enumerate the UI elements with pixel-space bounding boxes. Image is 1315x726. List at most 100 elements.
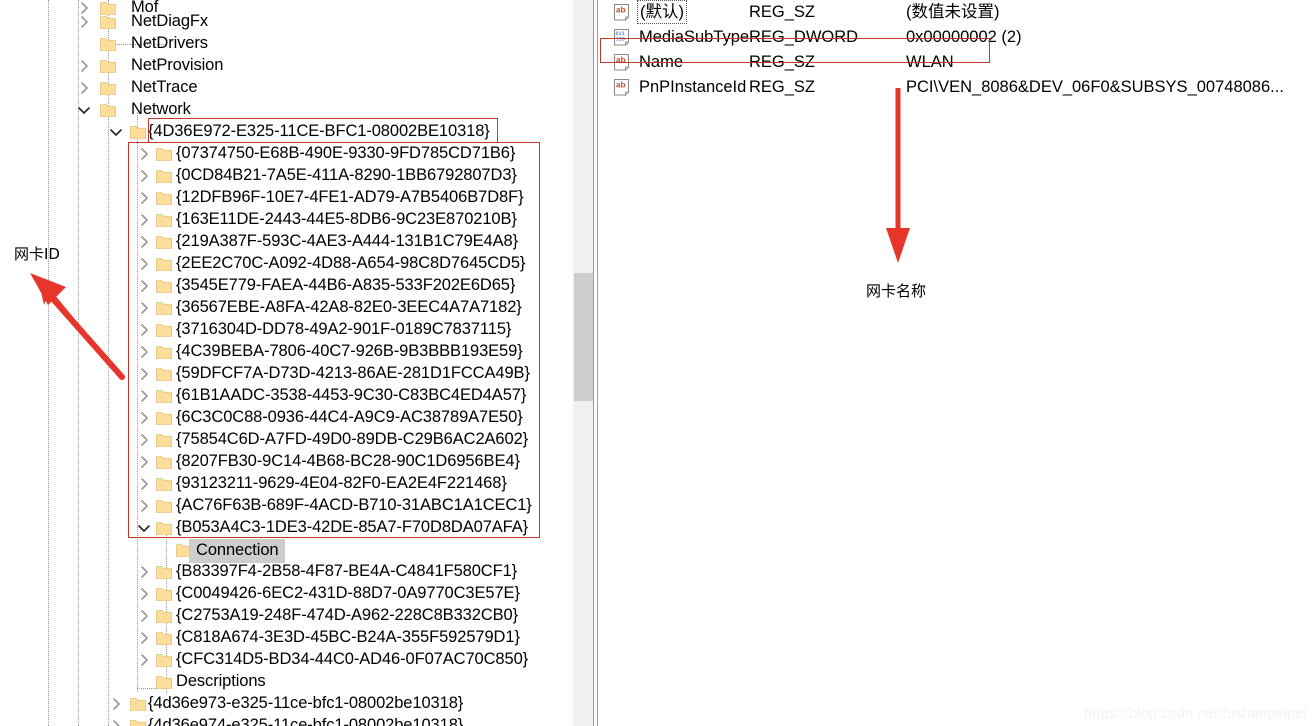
- chevron-right-icon[interactable]: [136, 146, 152, 162]
- tree-scrollbar-thumb[interactable]: [574, 273, 593, 401]
- folder-icon: [156, 147, 173, 162]
- chevron-right-icon[interactable]: [136, 454, 152, 470]
- chevron-right-icon[interactable]: [136, 322, 152, 338]
- tree-node-label: {B053A4C3-1DE3-42DE-85A7-F70D8DA07AFA}: [176, 517, 528, 538]
- value-row[interactable]: abNameREG_SZWLAN: [599, 50, 1315, 75]
- tree-node-label: {4d36e973-e325-11ce-bfc1-08002be10318}: [148, 693, 463, 714]
- tree-row[interactable]: {93123211-9629-4E04-82F0-EA2E4F221468}: [0, 473, 572, 495]
- tree-row[interactable]: {4d36e973-e325-11ce-bfc1-08002be10318}: [0, 693, 572, 715]
- chevron-right-icon[interactable]: [76, 14, 92, 30]
- string-value-icon: ab: [613, 78, 633, 97]
- tree-row[interactable]: {2EE2C70C-A092-4D88-A654-98C8D7645CD5}: [0, 253, 572, 275]
- folder-icon: [156, 521, 173, 536]
- tree-row[interactable]: {B053A4C3-1DE3-42DE-85A7-F70D8DA07AFA}: [0, 517, 572, 539]
- tree-node-label: {C818A674-3E3D-45BC-B24A-355F592579D1}: [176, 627, 520, 648]
- tree-row[interactable]: {C2753A19-248F-474D-A962-228C8B332CB0}: [0, 605, 572, 627]
- folder-icon: [100, 37, 117, 52]
- tree-node-label: {AC76F63B-689F-4ACD-B710-31ABC1A1CEC1}: [176, 495, 532, 516]
- chevron-right-icon[interactable]: [136, 652, 152, 668]
- tree-row[interactable]: {3716304D-DD78-49A2-901F-0189C7837115}: [0, 319, 572, 341]
- value-data: PCI\VEN_8086&DEV_06F0&SUBSYS_00748086...: [906, 76, 1284, 98]
- pane-splitter[interactable]: [593, 0, 598, 726]
- chevron-right-icon[interactable]: [136, 234, 152, 250]
- chevron-down-icon[interactable]: [136, 520, 152, 536]
- chevron-right-icon[interactable]: [108, 718, 124, 726]
- folder-icon: [130, 697, 147, 712]
- tree-row[interactable]: Connection: [0, 539, 572, 561]
- folder-icon: [156, 213, 173, 228]
- chevron-right-icon[interactable]: [136, 630, 152, 646]
- tree-row[interactable]: {B83397F4-2B58-4F87-BE4A-C4841F580CF1}: [0, 561, 572, 583]
- tree-row[interactable]: NetDrivers: [0, 33, 572, 55]
- tree-row[interactable]: NetProvision: [0, 55, 572, 77]
- site-watermark: https://blog.csdn.net/tushanpeipei: [1084, 706, 1307, 722]
- tree-row[interactable]: Network: [0, 99, 572, 121]
- chevron-right-icon[interactable]: [136, 168, 152, 184]
- chevron-right-icon[interactable]: [136, 278, 152, 294]
- tree-node-label: {219A387F-593C-4AE3-A444-131B1C79E4A8}: [176, 231, 518, 252]
- folder-icon: [156, 257, 173, 272]
- value-row[interactable]: ab(默认)REG_SZ(数值未设置): [599, 0, 1315, 25]
- chevron-right-icon[interactable]: [76, 80, 92, 96]
- tree-row[interactable]: {6C3C0C88-0936-44C4-A9C9-AC38789A7E50}: [0, 407, 572, 429]
- tree-row[interactable]: Descriptions: [0, 671, 572, 693]
- tree-row[interactable]: {0CD84B21-7A5E-411A-8290-1BB6792807D3}: [0, 165, 572, 187]
- registry-key-tree[interactable]: MofNetDiagFxNetDriversNetProvisionNetTra…: [0, 0, 572, 726]
- value-row[interactable]: 011110MediaSubTypeREG_DWORD0x00000002 (2…: [599, 25, 1315, 50]
- chevron-right-icon[interactable]: [136, 344, 152, 360]
- folder-icon: [156, 587, 173, 602]
- tree-row[interactable]: {4D36E972-E325-11CE-BFC1-08002BE10318}: [0, 121, 572, 143]
- chevron-right-icon[interactable]: [136, 476, 152, 492]
- svg-text:110: 110: [616, 37, 625, 43]
- chevron-right-icon[interactable]: [136, 498, 152, 514]
- chevron-right-icon[interactable]: [136, 432, 152, 448]
- tree-node-label: NetDiagFx: [131, 11, 208, 32]
- chevron-right-icon[interactable]: [136, 608, 152, 624]
- tree-row[interactable]: {75854C6D-A7FD-49D0-89DB-C29B6AC2A602}: [0, 429, 572, 451]
- chevron-right-icon[interactable]: [136, 366, 152, 382]
- chevron-right-icon[interactable]: [136, 256, 152, 272]
- tree-node-label: {59DFCF7A-D73D-4213-86AE-281D1FCCA49B}: [176, 363, 530, 384]
- tree-row[interactable]: {4C39BEBA-7806-40C7-926B-9B3BBB193E59}: [0, 341, 572, 363]
- value-row[interactable]: abPnPInstanceIdREG_SZPCI\VEN_8086&DEV_06…: [599, 75, 1315, 100]
- chevron-down-icon[interactable]: [108, 124, 124, 140]
- chevron-right-icon[interactable]: [136, 212, 152, 228]
- tree-row[interactable]: {CFC314D5-BD34-44C0-AD46-0F07AC70C850}: [0, 649, 572, 671]
- chevron-right-icon[interactable]: [108, 696, 124, 712]
- chevron-right-icon[interactable]: [136, 300, 152, 316]
- chevron-down-icon[interactable]: [76, 102, 92, 118]
- folder-icon: [156, 565, 173, 580]
- tree-row[interactable]: {61B1AADC-3538-4453-9C30-C83BC4ED4A57}: [0, 385, 572, 407]
- folder-icon: [156, 411, 173, 426]
- tree-vertical-scrollbar[interactable]: [572, 0, 593, 726]
- folder-icon: [156, 499, 173, 514]
- tree-row[interactable]: {36567EBE-A8FA-42A8-82E0-3EEC4A7A7182}: [0, 297, 572, 319]
- tree-row[interactable]: {3545E779-FAEA-44B6-A835-533F202E6D65}: [0, 275, 572, 297]
- tree-row[interactable]: {59DFCF7A-D73D-4213-86AE-281D1FCCA49B}: [0, 363, 572, 385]
- registry-value-list[interactable]: ab(默认)REG_SZ(数值未设置)011110MediaSubTypeREG…: [599, 0, 1315, 726]
- chevron-right-icon[interactable]: [136, 586, 152, 602]
- tree-row[interactable]: NetDiagFx: [0, 11, 572, 33]
- chevron-right-icon[interactable]: [76, 58, 92, 74]
- tree-row[interactable]: {AC76F63B-689F-4ACD-B710-31ABC1A1CEC1}: [0, 495, 572, 517]
- folder-icon: [156, 345, 173, 360]
- tree-row[interactable]: {07374750-E68B-490E-9330-9FD785CD71B6}: [0, 143, 572, 165]
- chevron-right-icon[interactable]: [136, 190, 152, 206]
- tree-node-label: {75854C6D-A7FD-49D0-89DB-C29B6AC2A602}: [176, 429, 528, 450]
- tree-row[interactable]: {12DFB96F-10E7-4FE1-AD79-A7B5406B7D8F}: [0, 187, 572, 209]
- tree-row[interactable]: {219A387F-593C-4AE3-A444-131B1C79E4A8}: [0, 231, 572, 253]
- tree-row[interactable]: {C818A674-3E3D-45BC-B24A-355F592579D1}: [0, 627, 572, 649]
- tree-row[interactable]: {163E11DE-2443-44E5-8DB6-9C23E870210B}: [0, 209, 572, 231]
- tree-row[interactable]: NetTrace: [0, 77, 572, 99]
- folder-icon: [156, 609, 173, 624]
- value-data: WLAN: [906, 51, 954, 73]
- tree-row[interactable]: {8207FB30-9C14-4B68-BC28-90C1D6956BE4}: [0, 451, 572, 473]
- tree-node-label: NetProvision: [131, 55, 223, 76]
- tree-row[interactable]: {C0049426-6EC2-431D-88D7-0A9770C3E57E}: [0, 583, 572, 605]
- registry-editor-screenshot: MofNetDiagFxNetDriversNetProvisionNetTra…: [0, 0, 1315, 726]
- chevron-right-icon[interactable]: [136, 388, 152, 404]
- chevron-right-icon[interactable]: [136, 410, 152, 426]
- tree-node-label: {CFC314D5-BD34-44C0-AD46-0F07AC70C850}: [176, 649, 528, 670]
- tree-row[interactable]: {4d36e974-e325-11ce-bfc1-08002be10318}: [0, 715, 572, 726]
- chevron-right-icon[interactable]: [136, 564, 152, 580]
